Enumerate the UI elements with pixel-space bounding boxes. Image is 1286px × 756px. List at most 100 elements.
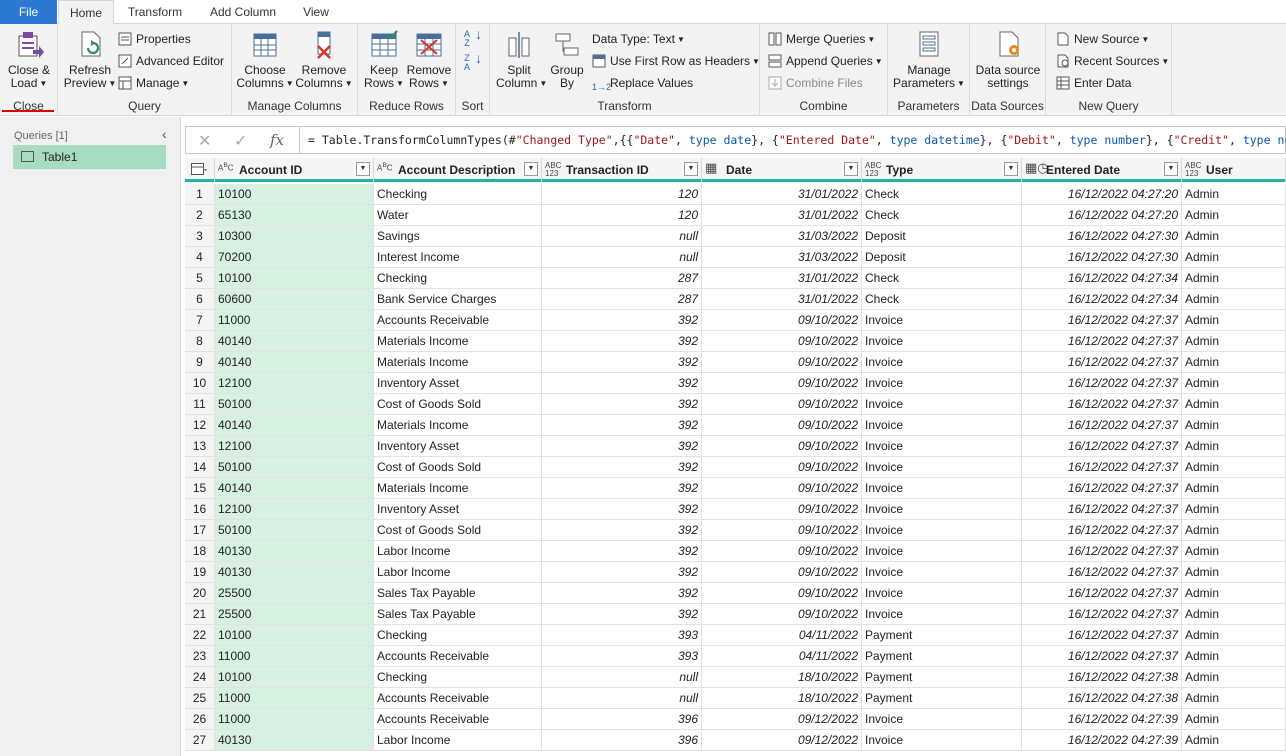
table-cell[interactable]: 392 xyxy=(542,331,702,352)
table-cell[interactable]: Admin xyxy=(1182,394,1286,415)
table-cell[interactable]: 09/10/2022 xyxy=(702,541,862,562)
table-cell[interactable]: Invoice xyxy=(862,415,1022,436)
column-header-date[interactable]: ▦ Date ▼ xyxy=(702,158,862,182)
table-cell[interactable]: Admin xyxy=(1182,709,1286,730)
table-cell[interactable]: 09/10/2022 xyxy=(702,457,862,478)
tab-home[interactable]: Home xyxy=(58,0,114,25)
table-cell[interactable]: Accounts Receivable xyxy=(374,646,542,667)
row-number[interactable]: 1 xyxy=(185,184,215,205)
table-cell[interactable]: 120 xyxy=(542,205,702,226)
table-cell[interactable]: 11000 xyxy=(215,646,374,667)
row-number[interactable]: 5 xyxy=(185,268,215,289)
choose-columns-button[interactable]: Choose Columns ▼ xyxy=(236,28,294,90)
remove-columns-button[interactable]: Remove Columns ▼ xyxy=(294,28,354,90)
column-filter-dropdown-icon[interactable]: ▼ xyxy=(844,162,858,176)
table-cell[interactable]: 40130 xyxy=(215,562,374,583)
row-number[interactable]: 13 xyxy=(185,436,215,457)
table-cell[interactable]: 120 xyxy=(542,184,702,205)
table-cell[interactable]: Admin xyxy=(1182,289,1286,310)
row-number[interactable]: 22 xyxy=(185,625,215,646)
table-cell[interactable]: 09/10/2022 xyxy=(702,583,862,604)
column-header-entered-date[interactable]: ▦◷ Entered Date ▼ xyxy=(1022,158,1182,182)
tab-transform[interactable]: Transform xyxy=(120,0,190,24)
table-cell[interactable]: null xyxy=(542,226,702,247)
table-cell[interactable]: Admin xyxy=(1182,226,1286,247)
table-cell[interactable]: Invoice xyxy=(862,604,1022,625)
append-queries-button[interactable]: Append Queries ▼ xyxy=(768,52,883,70)
table-cell[interactable]: 31/03/2022 xyxy=(702,247,862,268)
column-filter-dropdown-icon[interactable]: ▼ xyxy=(356,162,370,176)
column-filter-dropdown-icon[interactable]: ▼ xyxy=(1164,162,1178,176)
table-cell[interactable]: Admin xyxy=(1182,457,1286,478)
column-type-icon[interactable]: ABC 123 xyxy=(1185,162,1205,178)
table-cell[interactable]: Accounts Receivable xyxy=(374,688,542,709)
table-cell[interactable]: 10100 xyxy=(215,184,374,205)
table-cell[interactable]: 10100 xyxy=(215,625,374,646)
table-cell[interactable]: 09/10/2022 xyxy=(702,436,862,457)
table-cell[interactable]: Check xyxy=(862,268,1022,289)
table-cell[interactable]: 50100 xyxy=(215,394,374,415)
table-cell[interactable]: Admin xyxy=(1182,499,1286,520)
table-cell[interactable]: 392 xyxy=(542,562,702,583)
table-cell[interactable]: Invoice xyxy=(862,499,1022,520)
row-number[interactable]: 23 xyxy=(185,646,215,667)
table-cell[interactable]: Admin xyxy=(1182,373,1286,394)
table-cell[interactable]: Accounts Receivable xyxy=(374,709,542,730)
table-cell[interactable]: Cost of Goods Sold xyxy=(374,520,542,541)
table-cell[interactable]: 16/12/2022 04:27:30 xyxy=(1022,226,1182,247)
table-cell[interactable]: Invoice xyxy=(862,436,1022,457)
table-cell[interactable]: Admin xyxy=(1182,478,1286,499)
column-type-icon[interactable]: ABC xyxy=(377,162,397,173)
table-cell[interactable]: Invoice xyxy=(862,520,1022,541)
data-type-dropdown[interactable]: Data Type: Text ▼ xyxy=(592,30,685,48)
table-cell[interactable]: 16/12/2022 04:27:39 xyxy=(1022,730,1182,751)
table-cell[interactable]: Labor Income xyxy=(374,562,542,583)
row-number[interactable]: 7 xyxy=(185,310,215,331)
table-cell[interactable]: 16/12/2022 04:27:37 xyxy=(1022,604,1182,625)
table-cell[interactable]: Checking xyxy=(374,268,542,289)
use-first-row-button[interactable]: Use First Row as Headers ▼ xyxy=(592,52,760,70)
close-load-button[interactable]: Close & Load ▼ xyxy=(2,28,54,112)
table-cell[interactable]: 287 xyxy=(542,289,702,310)
table-cell[interactable]: Invoice xyxy=(862,730,1022,751)
refresh-preview-button[interactable]: Refresh Preview ▼ xyxy=(62,28,118,90)
table-cell[interactable]: Admin xyxy=(1182,310,1286,331)
table-cell[interactable]: Admin xyxy=(1182,604,1286,625)
table-cell[interactable]: 16/12/2022 04:27:37 xyxy=(1022,457,1182,478)
table-cell[interactable]: Admin xyxy=(1182,688,1286,709)
table-cell[interactable]: Bank Service Charges xyxy=(374,289,542,310)
table-cell[interactable]: Admin xyxy=(1182,730,1286,751)
manage-button[interactable]: Manage ▼ xyxy=(118,74,189,92)
row-number[interactable]: 4 xyxy=(185,247,215,268)
table-cell[interactable]: Admin xyxy=(1182,268,1286,289)
table-cell[interactable]: 31/01/2022 xyxy=(702,268,862,289)
properties-button[interactable]: Properties xyxy=(118,30,191,48)
row-number[interactable]: 26 xyxy=(185,709,215,730)
tab-file[interactable]: File xyxy=(0,0,57,24)
row-number[interactable]: 16 xyxy=(185,499,215,520)
table-cell[interactable]: Admin xyxy=(1182,205,1286,226)
table-cell[interactable]: Admin xyxy=(1182,415,1286,436)
table-cell[interactable]: 40140 xyxy=(215,331,374,352)
table-cell[interactable]: Cost of Goods Sold xyxy=(374,457,542,478)
table-cell[interactable]: 11000 xyxy=(215,310,374,331)
table-cell[interactable]: Inventory Asset xyxy=(374,373,542,394)
table-cell[interactable]: 16/12/2022 04:27:20 xyxy=(1022,205,1182,226)
table-cell[interactable]: 16/12/2022 04:27:38 xyxy=(1022,688,1182,709)
table-cell[interactable]: 31/03/2022 xyxy=(702,226,862,247)
table-cell[interactable]: 10300 xyxy=(215,226,374,247)
row-number[interactable]: 3 xyxy=(185,226,215,247)
row-number[interactable]: 10 xyxy=(185,373,215,394)
table-cell[interactable]: 09/10/2022 xyxy=(702,415,862,436)
table-cell[interactable]: 16/12/2022 04:27:37 xyxy=(1022,478,1182,499)
table-cell[interactable]: Payment xyxy=(862,625,1022,646)
table-cell[interactable]: 16/12/2022 04:27:37 xyxy=(1022,520,1182,541)
table-cell[interactable]: 10100 xyxy=(215,268,374,289)
table-cell[interactable]: 09/12/2022 xyxy=(702,709,862,730)
data-source-settings-button[interactable]: Data source settings xyxy=(972,28,1044,90)
row-number[interactable]: 18 xyxy=(185,541,215,562)
table-cell[interactable]: 60600 xyxy=(215,289,374,310)
table-cell[interactable]: 09/10/2022 xyxy=(702,520,862,541)
table-cell[interactable]: Invoice xyxy=(862,310,1022,331)
row-number[interactable]: 8 xyxy=(185,331,215,352)
